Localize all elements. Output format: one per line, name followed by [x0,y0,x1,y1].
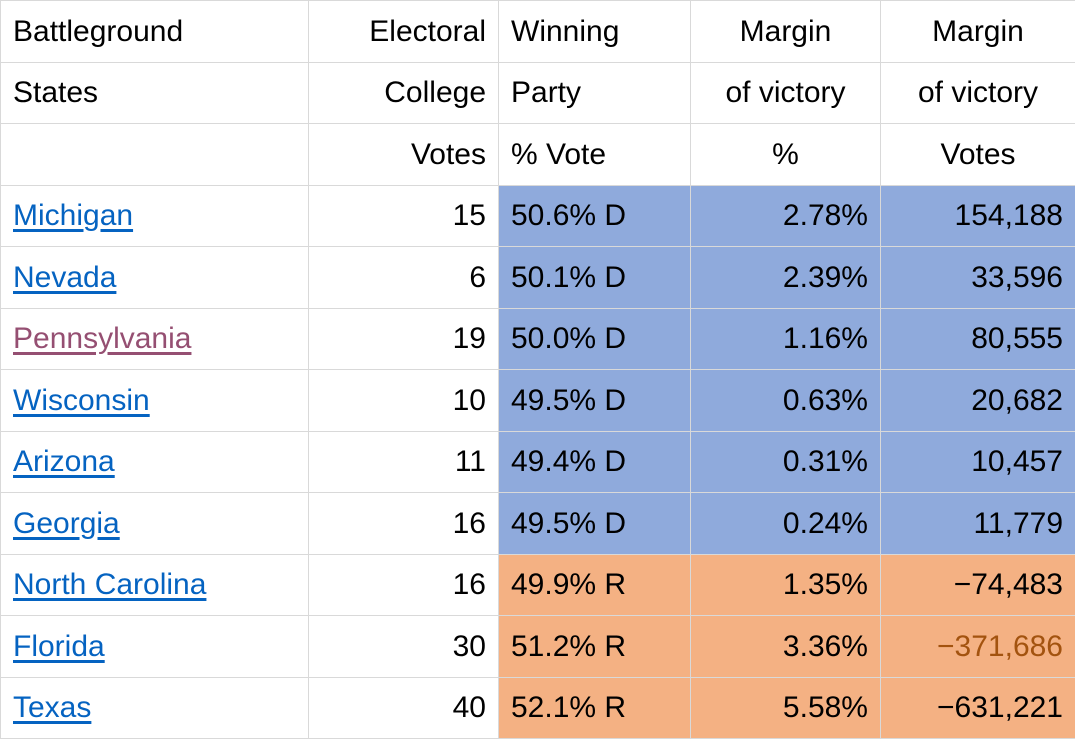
margin-percent-cell[interactable]: 3.36% [691,616,881,678]
winning-party-cell[interactable]: 49.5% D [499,370,691,432]
state-link[interactable]: North Carolina [13,568,206,601]
header-margin-pct-line2: of victory [691,62,881,124]
margin-votes-cell[interactable]: 20,682 [881,370,1075,432]
margin-votes-cell[interactable]: 80,555 [881,308,1075,370]
header-row: Votes% Vote%Votes [1,124,1075,186]
table-row: Michigan 1550.6% D2.78%154,188 [1,185,1075,247]
electoral-votes-cell[interactable]: 10 [309,370,499,432]
winning-party-cell[interactable]: 52.1% R [499,677,691,739]
header-margin-pct-line1: Margin [691,1,881,63]
battleground-states-table: BattlegroundElectoralWinningMarginMargin… [0,0,1075,739]
spreadsheet-canvas: BattlegroundElectoralWinningMarginMargin… [0,0,1075,729]
state-link[interactable]: Arizona [13,445,115,478]
electoral-votes-cell[interactable]: 19 [309,308,499,370]
margin-votes-cell[interactable]: 10,457 [881,431,1075,493]
electoral-votes-cell[interactable]: 40 [309,677,499,739]
margin-percent-cell[interactable]: 0.63% [691,370,881,432]
winning-party-cell[interactable]: 49.9% R [499,554,691,616]
state-cell[interactable]: Pennsylvania [1,308,309,370]
header-winning-party-line1: Winning [499,1,691,63]
state-cell[interactable]: North Carolina [1,554,309,616]
state-link[interactable]: Pennsylvania [13,322,191,355]
margin-percent-cell[interactable]: 5.58% [691,677,881,739]
state-link[interactable]: Nevada [13,261,116,294]
header-electoral-votes-line1: Electoral [309,1,499,63]
margin-votes-cell[interactable]: −74,483 [881,554,1075,616]
header-row: StatesCollegePartyof victoryof victory [1,62,1075,124]
header-state-line2: States [1,62,309,124]
table-row: North Carolina 1649.9% R1.35%−74,483 [1,554,1075,616]
electoral-votes-cell[interactable]: 11 [309,431,499,493]
margin-votes-cell[interactable]: 154,188 [881,185,1075,247]
table-row: Texas 4052.1% R5.58%−631,221 [1,677,1075,739]
margin-percent-cell[interactable]: 1.35% [691,554,881,616]
state-link[interactable]: Florida [13,630,105,663]
electoral-votes-cell[interactable]: 16 [309,493,499,555]
winning-party-cell[interactable]: 49.5% D [499,493,691,555]
header-electoral-votes-line3: Votes [309,124,499,186]
header-electoral-votes-line2: College [309,62,499,124]
margin-percent-cell[interactable]: 2.39% [691,247,881,309]
margin-votes-cell[interactable]: −631,221 [881,677,1075,739]
state-cell[interactable]: Nevada [1,247,309,309]
table-row: Pennsylvania 1950.0% D1.16%80,555 [1,308,1075,370]
margin-votes-cell[interactable]: 11,779 [881,493,1075,555]
header-margin-pct-line3: % [691,124,881,186]
header-winning-party-line2: Party [499,62,691,124]
state-cell[interactable]: Florida [1,616,309,678]
electoral-votes-cell[interactable]: 6 [309,247,499,309]
state-cell[interactable]: Wisconsin [1,370,309,432]
electoral-votes-cell[interactable]: 16 [309,554,499,616]
margin-percent-cell[interactable]: 1.16% [691,308,881,370]
header-margin-votes-line1: Margin [881,1,1075,63]
header-state-line1: Battleground [1,1,309,63]
state-cell[interactable]: Texas [1,677,309,739]
header-row: BattlegroundElectoralWinningMarginMargin [1,1,1075,63]
header-winning-party-line3: % Vote [499,124,691,186]
table-row: Nevada 650.1% D2.39%33,596 [1,247,1075,309]
table-row: Arizona 1149.4% D0.31%10,457 [1,431,1075,493]
header-state-line3 [1,124,309,186]
state-cell[interactable]: Georgia [1,493,309,555]
margin-percent-cell[interactable]: 0.24% [691,493,881,555]
state-link[interactable]: Michigan [13,199,133,232]
margin-votes-cell[interactable]: −371,686 [881,616,1075,678]
state-cell[interactable]: Arizona [1,431,309,493]
table-row: Florida 3051.2% R3.36%−371,686 [1,616,1075,678]
table-row: Georgia 1649.5% D0.24%11,779 [1,493,1075,555]
table-row: Wisconsin 1049.5% D0.63%20,682 [1,370,1075,432]
winning-party-cell[interactable]: 51.2% R [499,616,691,678]
winning-party-cell[interactable]: 50.6% D [499,185,691,247]
electoral-votes-cell[interactable]: 15 [309,185,499,247]
table-body: BattlegroundElectoralWinningMarginMargin… [1,1,1075,739]
state-link[interactable]: Texas [13,691,91,724]
margin-percent-cell[interactable]: 2.78% [691,185,881,247]
header-margin-votes-line2: of victory [881,62,1075,124]
winning-party-cell[interactable]: 50.1% D [499,247,691,309]
winning-party-cell[interactable]: 50.0% D [499,308,691,370]
state-cell[interactable]: Michigan [1,185,309,247]
margin-votes-cell[interactable]: 33,596 [881,247,1075,309]
margin-percent-cell[interactable]: 0.31% [691,431,881,493]
state-link[interactable]: Wisconsin [13,384,150,417]
state-link[interactable]: Georgia [13,507,120,540]
header-margin-votes-line3: Votes [881,124,1075,186]
winning-party-cell[interactable]: 49.4% D [499,431,691,493]
electoral-votes-cell[interactable]: 30 [309,616,499,678]
